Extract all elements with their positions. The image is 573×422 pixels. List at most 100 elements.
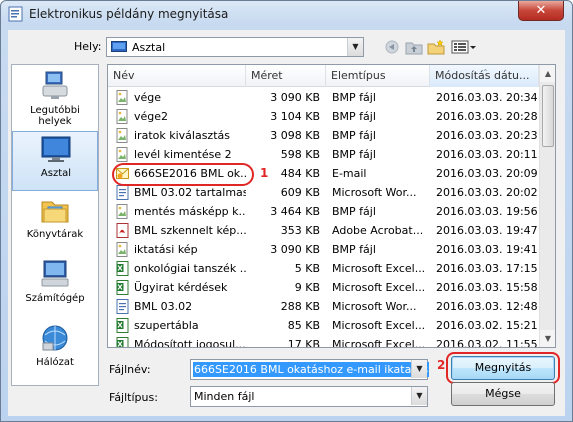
file-type: Microsoft Wor... [332,300,417,313]
file-type: BMP fájl [332,205,376,218]
location-value: Asztal [132,41,166,54]
filename-label: Fájlnév: [109,363,151,376]
bmp-file-icon [116,204,128,219]
file-size: 9 KB [294,281,320,294]
chevron-down-icon[interactable]: ▼ [411,360,427,378]
file-date: 2016.03.03. 20:34 [436,91,538,104]
file-row[interactable]: BML 03.02 288 KB Microsoft Wor... 2016.03.0… [108,297,539,316]
file-name: BML 03.02 [134,300,193,313]
file-row[interactable]: Ügyirat kérdések 9 KB Microsoft Excel... 20… [108,278,539,297]
desktop-small-icon [111,41,127,52]
computer-icon [41,260,69,287]
column-date[interactable]: ⌃ Módosítás dátu... [430,65,539,87]
file-type: Microsoft Excel... [332,281,426,294]
file-date: 2016.03.03. 19:47 [436,224,538,237]
column-type[interactable]: Elemtípus [326,65,430,87]
bmp-file-icon [116,242,128,257]
excel-file-icon [116,337,129,347]
scroll-up-icon[interactable]: ▲ [540,65,555,82]
word-file-icon [116,299,129,314]
file-date: 2016.03.03. 20:11 [436,148,538,161]
open-button[interactable]: Megnyitás [451,356,555,380]
scroll-down-icon[interactable]: ▼ [540,330,555,347]
file-row[interactable]: iktatási kép 3 090 KB BMP fájl 2016.03.03. … [108,240,539,259]
file-row[interactable]: onkológiai tanszék ... 5 KB Microsoft Exce… [108,259,539,278]
file-list[interactable]: Név Méret Elemtípus ⌃ Módosítás dátu... … [107,64,556,348]
vertical-scrollbar[interactable]: ▲ ▼ [539,65,555,347]
title-bar[interactable]: Elektronikus példány megnyitása ✕ [1,1,572,27]
place-computer[interactable]: Számítógép [12,257,98,317]
pdf-file-icon [116,223,129,238]
new-folder-icon[interactable] [427,39,445,55]
place-label: Számítógép [25,293,85,304]
file-size: 609 KB [280,186,320,199]
place-desktop[interactable]: Asztal [12,131,98,191]
file-type: Microsoft Wor... [332,186,417,199]
place-recent[interactable]: Legutóbbi helyek [12,69,98,129]
annotation-oval-1 [112,163,254,186]
column-header-row: Név Méret Elemtípus ⌃ Módosítás dátu... [108,65,539,87]
file-date: 2016.03.03. 20:09 [436,167,538,180]
location-combo[interactable]: Asztal ▼ [106,37,364,57]
filename-input[interactable]: 666SE2016 BML okatáshoz e-mail ikatatás … [190,359,430,380]
place-libraries[interactable]: Könyvtárak [12,193,98,253]
up-folder-icon[interactable] [405,39,423,55]
file-type: BMP fájl [332,110,376,123]
file-row[interactable]: mentés másképp k... 3 464 KB BMP fájl 2016.… [108,202,539,221]
word-file-icon [116,185,129,200]
chevron-down-icon[interactable]: ▼ [347,38,363,56]
annotation-marker-2: 2 [437,358,446,372]
close-button[interactable]: ✕ [518,1,564,21]
file-name: Módosított jogosul... [134,338,246,348]
file-name: szupertábla [134,319,199,332]
file-row[interactable]: vége2 3 104 KB BMP fájl 2016.03.03. 20:28 [108,107,539,126]
annotation-marker-1: 1 [260,166,269,180]
file-row[interactable]: levél kimentése 2 598 KB BMP fájl 2016.03.0… [108,145,539,164]
place-network[interactable]: Hálózat [12,321,98,381]
file-type: BMP fájl [332,148,376,161]
scroll-thumb[interactable] [542,85,554,147]
file-size: 3 098 KB [270,129,320,142]
file-size: 3 090 KB [270,91,320,104]
file-date: 2016.03.03. 20:02 [436,186,538,199]
file-name: BML szkennelt kép... [134,224,246,237]
recent-places-icon [42,71,68,99]
file-name: iratok kiválasztás [134,129,230,142]
filetype-select[interactable]: Minden fájl ▼ [190,386,428,407]
file-size: 3 464 KB [270,205,320,218]
places-bar: Legutóbbi helyek Asztal Könyvtárak Számí… [11,64,99,386]
excel-file-icon [116,261,129,276]
column-name[interactable]: Név [108,65,246,87]
window-title: Elektronikus példány megnyitása [29,7,229,21]
bmp-file-icon [116,128,128,143]
view-menu-icon[interactable] [451,39,477,55]
filetype-label: Fájltípus: [109,391,158,404]
file-size: 5 KB [294,262,320,275]
file-date: 2016.03.03. 19:56 [436,205,538,218]
file-date: 2016.03.03. 20:23 [436,129,538,142]
file-name: vége [134,91,162,104]
file-row[interactable]: iratok kiválasztás 3 098 KB BMP fájl 2016.0… [108,126,539,145]
file-name: levél kimentése 2 [134,148,232,161]
bmp-file-icon [116,90,128,105]
network-icon [42,325,68,351]
chevron-down-icon[interactable]: ▼ [411,387,427,405]
file-row[interactable]: szupertábla 85 KB Microsoft Excel... 2016.0… [108,316,539,335]
file-type: Adobe Acrobat... [332,224,424,237]
cancel-button[interactable]: Mégse [451,382,555,406]
file-size: 484 KB [280,167,320,180]
filename-value[interactable]: 666SE2016 BML okatáshoz e-mail ikatatás [193,362,430,377]
file-row[interactable]: Módosított jogosul... 17 KB Microsoft Exce… [108,335,539,348]
file-row[interactable]: vége 3 090 KB BMP fájl 2016.03.03. 20:34 [108,88,539,107]
place-label: Könyvtárak [26,229,84,240]
file-date: 2016.03.03. 12:48 [436,300,538,313]
excel-file-icon [116,318,129,333]
column-size[interactable]: Méret [246,65,326,87]
close-icon[interactable]: ✕ [536,3,547,18]
back-icon[interactable] [383,39,401,55]
place-label: Asztal [40,168,72,179]
file-row[interactable]: BML szkennelt kép... 353 KB Adobe Acrobat.… [108,221,539,240]
word-app-icon [8,6,23,22]
file-type: E-mail [332,167,367,180]
bmp-file-icon [116,109,128,124]
